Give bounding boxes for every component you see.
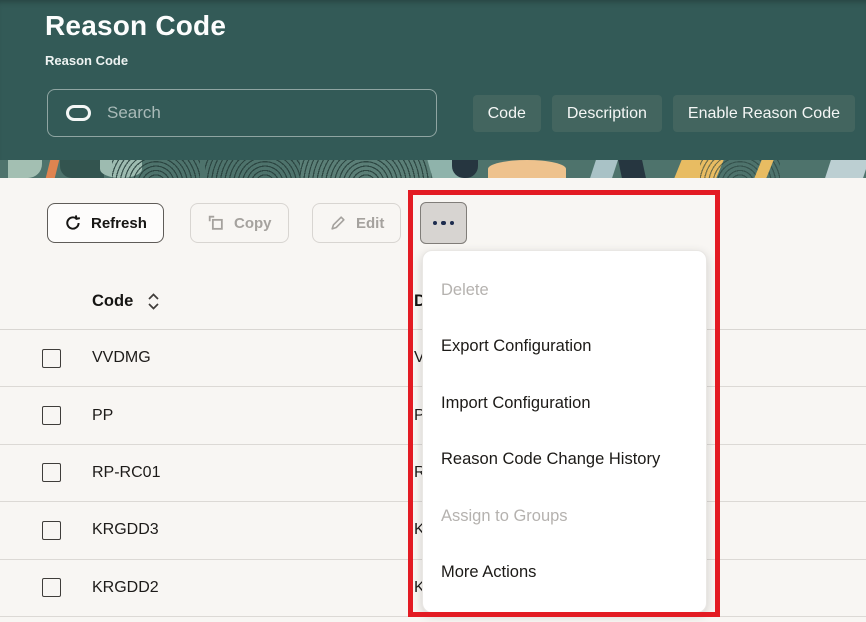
menu-item-import-configuration[interactable]: Import Configuration	[423, 375, 706, 432]
description-filter-button[interactable]: Description	[552, 95, 662, 132]
enable-reason-code-button[interactable]: Enable Reason Code	[673, 95, 855, 132]
code-column-header[interactable]: Code	[92, 273, 160, 330]
more-actions-button[interactable]	[420, 202, 467, 244]
header-filter-buttons: Code Description Enable Reason Code	[473, 95, 855, 132]
code-cell: KRGDD3	[92, 521, 159, 539]
decorative-band	[0, 160, 866, 178]
row-checkbox[interactable]	[42, 406, 61, 425]
page-header: Reason Code Reason Code Code Description…	[0, 0, 866, 160]
menu-item-export-configuration[interactable]: Export Configuration	[423, 319, 706, 376]
menu-item-delete[interactable]: Delete	[423, 262, 706, 319]
copy-button[interactable]: Copy	[190, 203, 289, 243]
menu-item-assign-to-groups[interactable]: Assign to Groups	[423, 488, 706, 545]
refresh-label: Refresh	[91, 215, 147, 232]
code-cell: PP	[92, 407, 113, 425]
ellipsis-icon	[433, 221, 438, 226]
code-cell: RP-RC01	[92, 464, 160, 482]
row-checkbox[interactable]	[42, 578, 61, 597]
search-input[interactable]	[91, 103, 436, 123]
refresh-button[interactable]: Refresh	[47, 203, 164, 243]
row-checkbox[interactable]	[42, 463, 61, 482]
refresh-icon	[64, 214, 82, 232]
code-cell: VVDMG	[92, 349, 151, 367]
code-column-label: Code	[92, 292, 133, 311]
menu-item-reason-code-change-history[interactable]: Reason Code Change History	[423, 432, 706, 489]
code-cell: KRGDD2	[92, 579, 159, 597]
edit-label: Edit	[356, 215, 384, 232]
reason-code-page: Reason Code Reason Code Code Description…	[0, 0, 866, 622]
sort-icon[interactable]	[147, 292, 160, 311]
search-icon	[66, 105, 91, 121]
copy-label: Copy	[234, 215, 272, 232]
row-checkbox[interactable]	[42, 349, 61, 368]
row-checkbox[interactable]	[42, 521, 61, 540]
menu-item-more-actions[interactable]: More Actions	[423, 545, 706, 602]
copy-icon	[207, 214, 225, 232]
edit-icon	[329, 214, 347, 232]
page-title: Reason Code	[45, 10, 226, 42]
code-filter-button[interactable]: Code	[473, 95, 541, 132]
search-box[interactable]	[47, 89, 437, 137]
breadcrumb: Reason Code	[45, 53, 128, 68]
edit-button[interactable]: Edit	[312, 203, 401, 243]
actions-dropdown-menu: Delete Export Configuration Import Confi…	[422, 250, 707, 613]
